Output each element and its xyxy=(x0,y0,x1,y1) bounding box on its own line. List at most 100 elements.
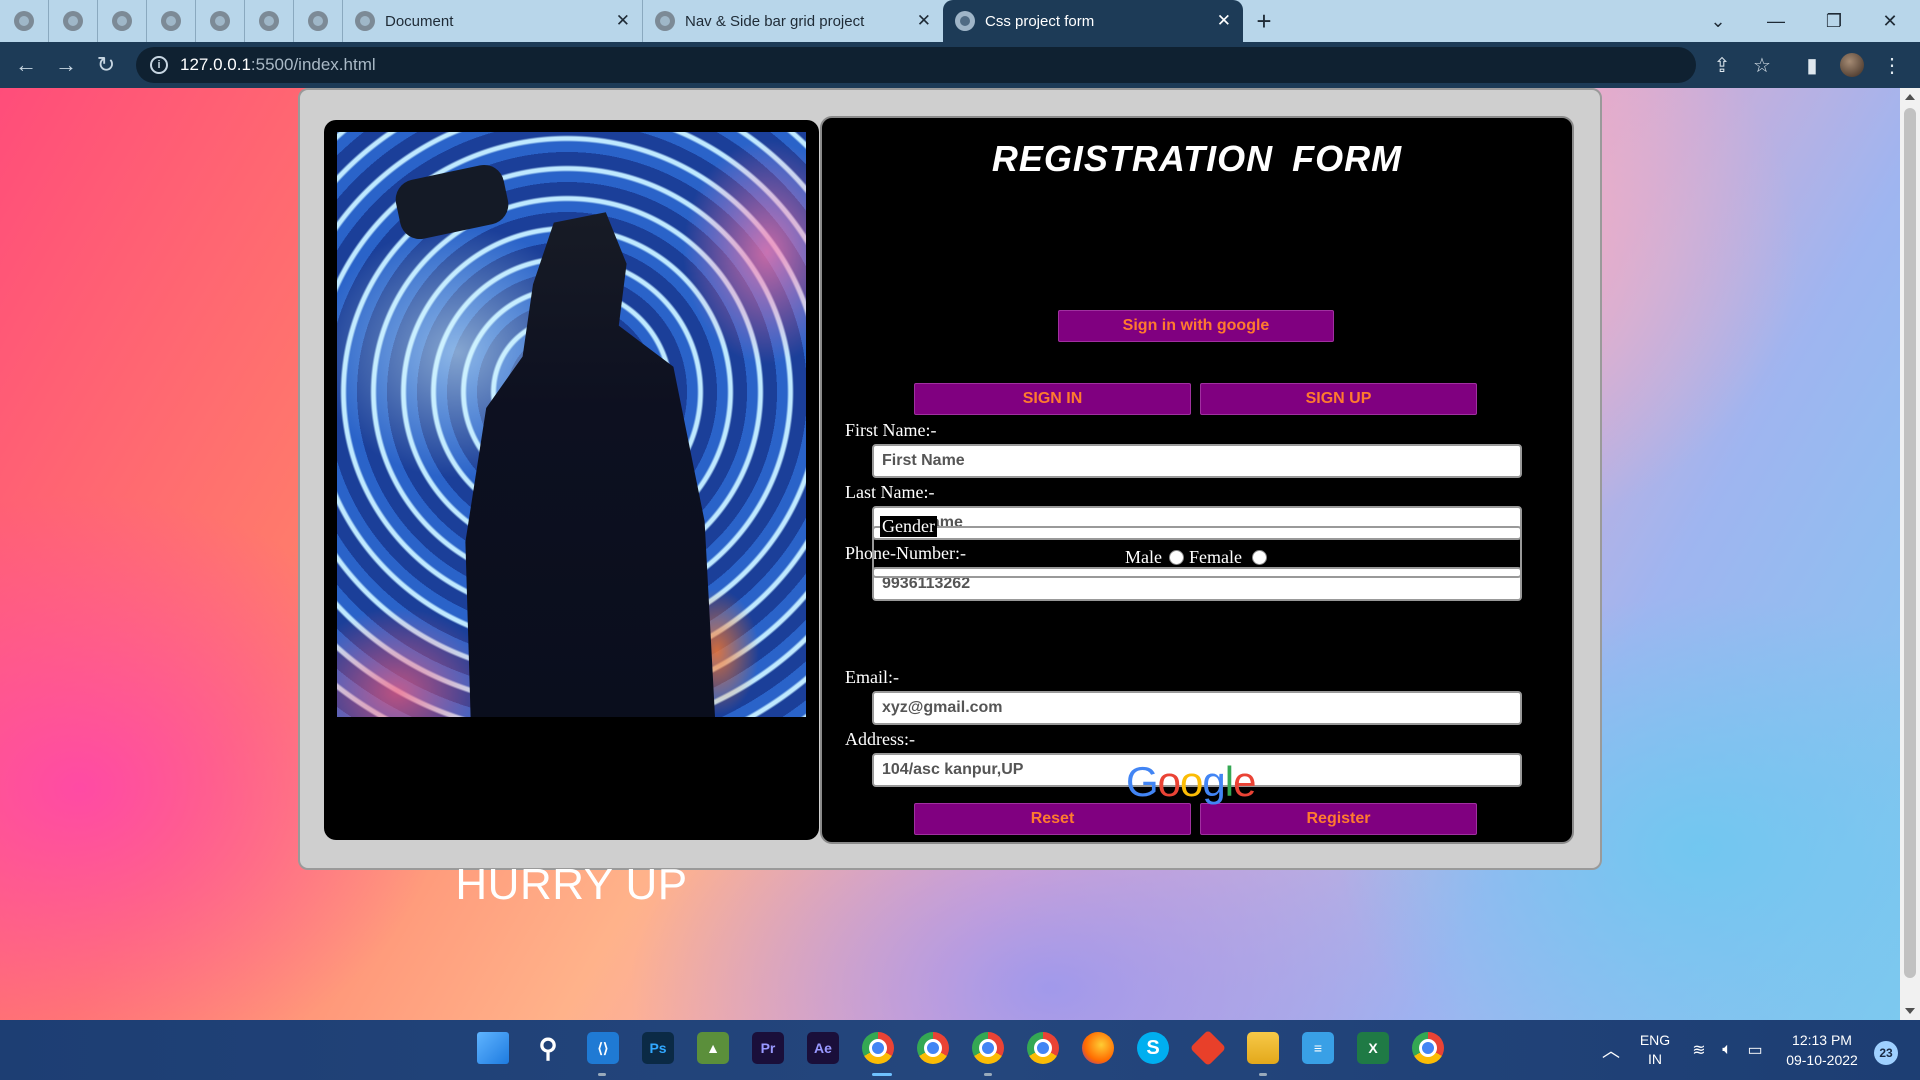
pinned-tab[interactable] xyxy=(196,0,245,42)
back-icon[interactable]: ← xyxy=(6,45,46,85)
windows-start-icon[interactable] xyxy=(477,1032,509,1064)
scroll-up-icon[interactable] xyxy=(1905,94,1915,100)
globe-icon xyxy=(308,11,328,31)
google-logo-letter: o xyxy=(1180,758,1203,805)
chrome-icon[interactable] xyxy=(1027,1032,1059,1064)
maximize-button[interactable]: ❐ xyxy=(1806,0,1862,42)
close-icon[interactable]: ✕ xyxy=(616,11,630,31)
new-tab-button[interactable]: + xyxy=(1243,0,1285,42)
site-info-icon[interactable]: i xyxy=(150,56,168,74)
excel-icon[interactable]: X xyxy=(1357,1032,1389,1064)
forward-icon[interactable]: → xyxy=(46,45,86,85)
search-icon[interactable]: ⚲ xyxy=(532,1032,564,1064)
active-indicator xyxy=(872,1073,892,1076)
male-radio[interactable] xyxy=(1169,550,1184,565)
skype-icon[interactable]: S xyxy=(1137,1032,1169,1064)
chrome-icon[interactable] xyxy=(1412,1032,1444,1064)
tab-strip: Document ✕ Nav & Side bar grid project ✕… xyxy=(0,0,1920,42)
close-window-button[interactable]: ✕ xyxy=(1862,0,1918,42)
google-logo-letter: o xyxy=(1157,758,1181,805)
notification-badge[interactable]: 23 xyxy=(1874,1041,1898,1065)
globe-icon xyxy=(161,11,181,31)
wifi-icon[interactable]: ≋ xyxy=(1686,1020,1712,1080)
language-indicator[interactable]: ENG IN xyxy=(1630,1020,1680,1080)
pinned-tab[interactable] xyxy=(147,0,196,42)
female-label: Female xyxy=(1189,547,1242,567)
pinned-tab[interactable] xyxy=(49,0,98,42)
url-path: :5500/index.html xyxy=(250,55,376,74)
profile-avatar[interactable] xyxy=(1836,49,1868,81)
reload-icon[interactable]: ↻ xyxy=(86,45,126,85)
pinned-tab[interactable] xyxy=(294,0,343,42)
globe-icon xyxy=(259,11,279,31)
page-scrollbar[interactable] xyxy=(1900,88,1920,1020)
photoshop-icon[interactable]: Ps xyxy=(642,1032,674,1064)
google-logo-letter: l xyxy=(1224,758,1234,805)
google-logo-letter: e xyxy=(1233,758,1256,805)
globe-icon xyxy=(14,11,34,31)
person-silhouette xyxy=(465,212,715,717)
share-icon[interactable]: ⇪ xyxy=(1706,49,1738,81)
tab-document[interactable]: Document ✕ xyxy=(343,0,643,42)
first-name-label: First Name:- xyxy=(845,420,937,440)
reset-button[interactable]: Reset xyxy=(914,803,1191,835)
show-hidden-icons-icon[interactable]: ︿ xyxy=(1596,1020,1626,1080)
chrome-icon[interactable] xyxy=(862,1032,894,1064)
chrome-icon[interactable] xyxy=(972,1032,1004,1064)
person-arm xyxy=(391,161,513,243)
google-logo-letter: G xyxy=(1126,758,1159,805)
first-name-input[interactable]: First Name xyxy=(872,444,1522,478)
last-name-label: Last Name:- xyxy=(845,482,935,502)
scroll-down-icon[interactable] xyxy=(1905,1008,1915,1014)
tab-title: Document xyxy=(385,12,454,30)
volume-icon[interactable]: 🔈︎ xyxy=(1714,1020,1740,1080)
globe-icon xyxy=(63,11,83,31)
vscode-icon[interactable]: ⟨⟩ xyxy=(587,1032,619,1064)
google-logo-letter: g xyxy=(1202,758,1225,805)
gender-legend: Gender xyxy=(880,516,937,537)
region-label: IN xyxy=(1648,1051,1662,1067)
bookmark-star-icon[interactable]: ☆ xyxy=(1746,49,1778,81)
email-input[interactable]: xyz@gmail.com xyxy=(872,691,1522,725)
side-panel-icon[interactable]: ▮ xyxy=(1796,49,1828,81)
menu-kebab-icon[interactable]: ⋮ xyxy=(1876,49,1908,81)
pinned-tab[interactable] xyxy=(0,0,49,42)
tab-nav-side-bar[interactable]: Nav & Side bar grid project ✕ xyxy=(643,0,943,42)
promo-photo xyxy=(337,132,806,717)
male-label: Male xyxy=(1125,547,1162,567)
hurry-up-text: HURRY UP xyxy=(455,860,688,909)
sign-up-button[interactable]: SIGN UP xyxy=(1200,383,1477,415)
chrome-icon[interactable] xyxy=(917,1032,949,1064)
browser-toolbar: ← → ↻ i 127.0.0.1:5500/index.html ⇪ ☆ ▮ … xyxy=(0,42,1920,88)
notepad-icon[interactable]: ≡ xyxy=(1302,1032,1334,1064)
image-viewer-icon[interactable]: ▲ xyxy=(697,1032,729,1064)
pinned-tab[interactable] xyxy=(98,0,147,42)
taskbar: ⚲ ⟨⟩ Ps ▲ Pr Ae S ≡ X ︿ ENG IN ≋ 🔈︎ ▭ 12… xyxy=(0,1020,1920,1080)
firefox-icon[interactable] xyxy=(1082,1032,1114,1064)
google-logo: Google xyxy=(1126,758,1256,806)
close-icon[interactable]: ✕ xyxy=(917,11,931,31)
lang-label: ENG xyxy=(1639,1032,1671,1048)
running-indicator xyxy=(984,1073,992,1076)
globe-icon xyxy=(210,11,230,31)
tab-search-icon[interactable]: ⌄ xyxy=(1690,0,1746,42)
tab-title: Nav & Side bar grid project xyxy=(685,12,865,30)
git-icon[interactable] xyxy=(1189,1029,1227,1067)
premiere-icon[interactable]: Pr xyxy=(752,1032,784,1064)
pinned-tab[interactable] xyxy=(245,0,294,42)
registration-card xyxy=(820,116,1574,844)
female-radio[interactable] xyxy=(1252,550,1267,565)
after-effects-icon[interactable]: Ae xyxy=(807,1032,839,1064)
tab-css-project-form[interactable]: Css project form ✕ xyxy=(943,0,1243,42)
address-bar[interactable]: i 127.0.0.1:5500/index.html xyxy=(136,47,1696,83)
file-explorer-icon[interactable] xyxy=(1247,1032,1279,1064)
register-button[interactable]: Register xyxy=(1200,803,1477,835)
battery-icon[interactable]: ▭ xyxy=(1742,1020,1768,1080)
globe-icon xyxy=(355,11,375,31)
clock[interactable]: 12:13 PM 09-10-2022 xyxy=(1774,1020,1870,1080)
sign-in-button[interactable]: SIGN IN xyxy=(914,383,1191,415)
scrollbar-thumb[interactable] xyxy=(1904,108,1916,978)
close-icon[interactable]: ✕ xyxy=(1217,11,1231,31)
sign-in-google-button[interactable]: Sign in with google xyxy=(1058,310,1334,342)
minimize-button[interactable]: — xyxy=(1748,0,1804,42)
